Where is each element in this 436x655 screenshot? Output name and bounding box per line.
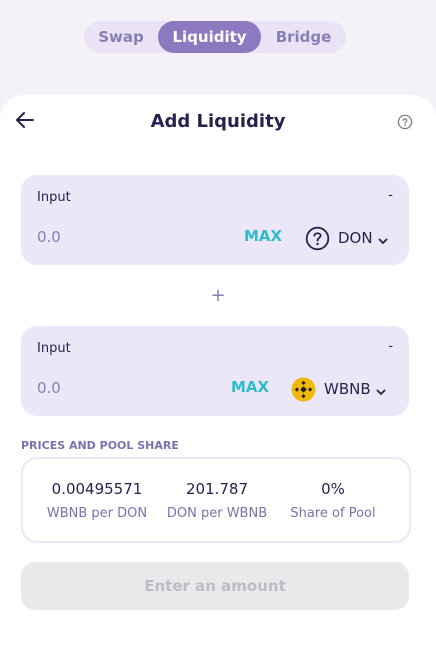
token-symbol: DON (338, 229, 373, 247)
token-select-wbnb[interactable]: WBNB (291, 375, 387, 403)
stat-label: Share of Pool (290, 506, 376, 521)
add-liquidity-card: Add Liquidity Input - MAX DON (0, 95, 436, 655)
share-stat: 0% Share of Pool (268, 480, 398, 521)
amount-input-a[interactable] (35, 223, 219, 251)
token-select-don[interactable]: DON (305, 224, 389, 252)
stat-value: 0.00495571 (51, 480, 143, 498)
stat-label: WBNB per DON (46, 506, 148, 521)
plus-icon: + (210, 285, 226, 306)
stat-value: 201.787 (185, 480, 249, 498)
max-button[interactable]: MAX (231, 378, 269, 396)
token-input-panel-a: Input - MAX DON (21, 175, 409, 265)
chevron-down-icon (375, 383, 387, 395)
balance-value: - (388, 339, 393, 354)
balance-value: - (388, 188, 393, 203)
token-symbol: WBNB (324, 380, 371, 398)
enter-amount-button[interactable]: Enter an amount (21, 562, 409, 610)
tab-liquidity[interactable]: Liquidity (158, 21, 261, 53)
stat-value: 0% (321, 480, 345, 498)
page-title: Add Liquidity (150, 111, 286, 132)
input-label: Input (37, 341, 71, 356)
unknown-token-icon (305, 226, 330, 251)
prices-section-title: PRICES AND POOL SHARE (21, 439, 179, 452)
input-label: Input (37, 190, 71, 205)
token-input-panel-b: Input - MAX WBNB (21, 326, 409, 416)
tab-bridge[interactable]: Bridge (261, 21, 346, 53)
amount-input-b[interactable] (35, 374, 219, 402)
price-stat: 201.787 DON per WBNB (152, 480, 282, 521)
tab-swap[interactable]: Swap (84, 21, 158, 53)
card-header: Add Liquidity (0, 95, 436, 150)
bnb-token-icon (291, 377, 316, 402)
max-button[interactable]: MAX (244, 227, 282, 245)
price-stat: 0.00495571 WBNB per DON (32, 480, 162, 521)
question-circle-icon[interactable] (397, 114, 413, 130)
segmented-tab-bar: Swap Liquidity Bridge (84, 21, 346, 53)
chevron-down-icon (377, 232, 389, 244)
stat-label: DON per WBNB (166, 506, 268, 521)
pool-share-box: 0.00495571 WBNB per DON 201.787 DON per … (21, 457, 411, 543)
